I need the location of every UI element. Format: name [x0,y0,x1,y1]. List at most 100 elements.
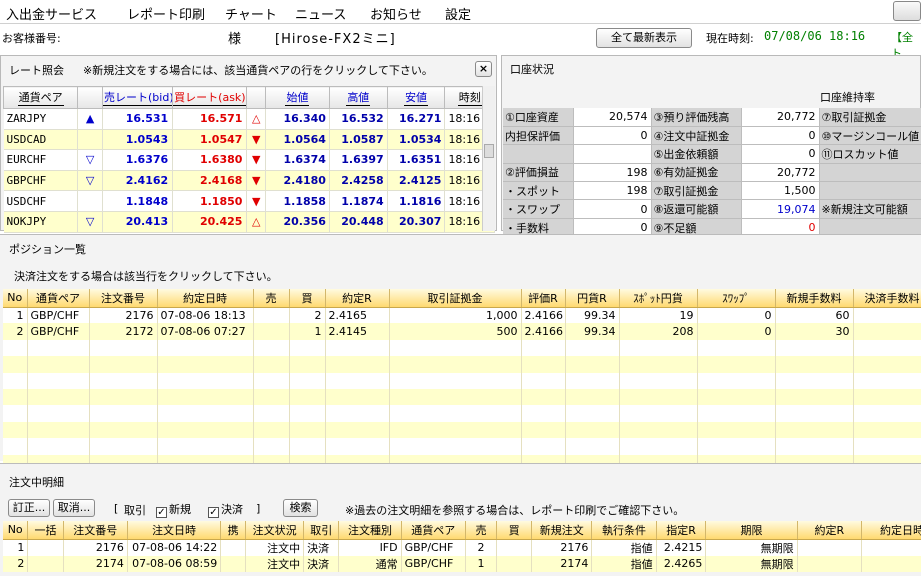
checkbox-new[interactable]: ✓ [156,507,167,518]
correct-order-button[interactable]: 訂正... [8,499,50,517]
position-header[interactable]: 取引証拠金 [389,289,522,308]
order-row[interactable]: 2 2174 07-08-06 08:59 注文中 決済 通常 GBP/CHF 1 2174 指値… [3,555,921,572]
rate-header-high[interactable]: 高値 [328,86,388,109]
rate-row[interactable]: ZARJPY ▲ 16.531 16.571 △ 16.340 16.532 16.271 18… [3,108,495,130]
order-row[interactable]: 1 2176 07-08-06 14:22 注文中 決済 IFD GBP/CHF 2 2176 指… [3,539,921,556]
order-header[interactable]: 通貨ペア [401,521,466,540]
account-label [503,144,574,164]
filter-new-checkbox[interactable]: ✓ 新規 [156,501,191,518]
position-header[interactable]: 注文番号 [89,289,158,308]
rate-panel-close-button[interactable]: × [475,61,492,77]
order-header[interactable]: 指定R [656,521,707,540]
menu-settings[interactable]: 設定 [445,4,471,23]
position-header[interactable]: 売 [253,289,290,308]
order-header[interactable]: 約定R [797,521,862,540]
account-label: ・スポット [503,181,574,201]
menu-notice[interactable]: お知らせ [370,4,422,23]
position-header[interactable]: 決済手数料 [853,289,921,308]
position-cell-empty [157,405,254,422]
window-control-button[interactable] [893,1,921,21]
order-header[interactable]: No [3,521,29,540]
filter-settle-checkbox[interactable]: ✓ 決済 [208,501,243,518]
rate-scrollbar-thumb[interactable] [484,144,494,158]
order-header[interactable]: 新規注文 [531,521,593,540]
position-cell-empty [565,356,620,373]
order-header[interactable]: 買 [496,521,533,540]
rate-row[interactable]: GBPCHF ▽ 2.4162 2.4168 ▼ 2.4180 2.4258 2.4125 18… [3,170,495,192]
menu-chart[interactable]: チャート [225,4,277,23]
order-header[interactable]: 注文種別 [338,521,402,540]
rate-cell-pair: USDCAD [3,129,79,151]
rate-row[interactable]: NOKJPY ▽ 20.413 20.425 △ 20.356 20.448 20.307 18… [3,211,495,233]
menu-news[interactable]: ニュース [295,4,346,23]
rate-row[interactable]: EURCHF ▽ 1.6376 1.6380 ▼ 1.6374 1.6397 1.6351 18… [3,149,495,171]
rate-scrollbar[interactable] [482,86,495,231]
order-header[interactable]: 携 [220,521,247,540]
order-header[interactable]: 期限 [705,521,798,540]
position-cell-empty [521,438,566,455]
rate-header-open[interactable]: 始値 [264,86,330,109]
position-header[interactable]: 約定日時 [157,289,254,308]
position-header[interactable]: ｽﾎﾟｯﾄ円貨 [619,289,698,308]
position-header[interactable]: 通貨ペア [27,289,90,308]
account-table: ①口座資産 20,574 ③預り評価残高 20,772 ⑦取引証拠金 内担保評価 0 ④注文中… [503,108,921,238]
position-cell-empty [619,405,698,422]
order-cell [797,555,862,572]
rate-row[interactable]: USDCHF 1.1848 1.1850 ▼ 1.1858 1.1874 1.1816 18:… [3,190,495,212]
menu-report-print[interactable]: レポート印刷 [127,4,205,23]
rate-header-bid[interactable]: 売レート(bid) [102,86,174,109]
cancel-order-button[interactable]: 取消... [53,499,95,517]
account-row: ・スワップ 0 ⑧返還可能額 19,074 ※新規注文可能額 [503,199,921,219]
order-panel-title: 注文中明細 [9,476,64,489]
menu-deposit-service[interactable]: 入出金サービス [6,4,97,23]
rate-header-low[interactable]: 安値 [386,86,446,109]
rate-row[interactable]: USDCAD 1.0543 1.0547 ▼ 1.0564 1.0587 1.0534 18:… [3,129,495,151]
rate-header-ask[interactable]: 買レート(ask) [172,86,248,109]
position-cell-empty [253,388,290,406]
order-header[interactable]: 約定日時 [861,521,921,540]
position-cell: 30 [775,323,854,340]
order-header[interactable]: 注文日時 [127,521,222,540]
position-cell: 2176 [89,307,158,324]
order-cell: GBP/CHF [401,539,466,556]
position-header[interactable]: 買 [289,289,326,308]
position-cell-empty [253,438,290,455]
position-header[interactable]: 評価R [521,289,566,308]
order-header[interactable]: 執行条件 [591,521,657,540]
position-cell-empty [853,405,921,422]
position-header[interactable]: ｽﾜｯﾌﾟ [697,289,776,308]
order-panel-note: ※過去の注文明細を参照する場合は、レポート印刷でご確認下さい。 [345,504,685,517]
filter-new-label: 新規 [169,503,191,516]
account-value: 198 [573,181,652,201]
rate-cell-pair: ZARJPY [3,108,79,130]
position-header[interactable]: 約定R [325,289,390,308]
refresh-all-button[interactable]: 全て最新表示 [596,28,692,48]
position-cell-empty [389,438,522,455]
rate-cell-bid: 20.413 [102,211,174,233]
position-header[interactable]: No [3,289,28,308]
rate-header-pair[interactable]: 通貨ペア [2,86,79,109]
position-row-empty [3,438,921,455]
position-row[interactable]: 1 GBP/CHF 2176 07-08-06 18:13 2 2.4165 1,000 2.… [3,307,921,324]
position-header[interactable]: 円貨R [565,289,620,308]
order-header[interactable]: 注文番号 [63,521,128,540]
position-cell [253,307,290,324]
position-cell-empty [27,388,90,406]
rate-cell-ask_arrow: ▼ [246,190,266,212]
order-header[interactable]: 注文状況 [245,521,305,540]
position-header[interactable]: 新規手数料 [775,289,854,308]
filter-trade-label: 取引 [124,504,146,517]
order-header[interactable]: 取引 [303,521,340,540]
position-cell-empty [565,388,620,406]
position-panel-title: ポジション一覧 [9,243,86,256]
rate-cell-open: 16.340 [265,108,330,130]
order-header[interactable]: 一括 [27,521,64,540]
search-button[interactable]: 検索 [283,499,318,517]
position-row[interactable]: 2 GBP/CHF 2172 07-08-06 07:27 1 2.4145 500 2.41… [3,323,921,340]
order-cell: 2174 [531,555,593,572]
order-header[interactable]: 売 [465,521,497,540]
checkbox-settle[interactable]: ✓ [208,507,219,518]
account-value: 20,772 [741,108,820,127]
position-cell-empty [27,339,90,357]
position-cell-empty [89,339,158,357]
